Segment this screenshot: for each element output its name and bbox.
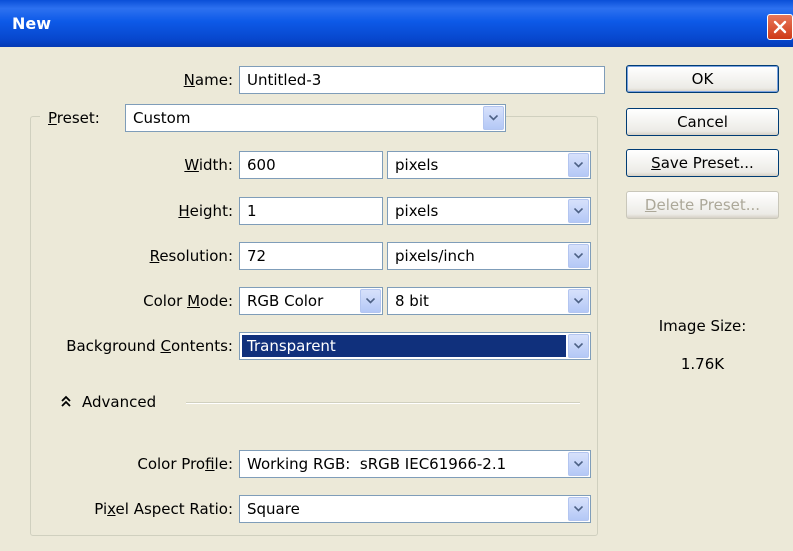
image-size-value: 1.76K	[680, 355, 725, 373]
ok-button[interactable]: OK	[626, 65, 779, 93]
preset-label: Preset:	[40, 104, 132, 132]
delete-preset-button[interactable]: Delete Preset...	[626, 191, 779, 219]
bit-depth-value: 8 bit	[395, 292, 429, 310]
advanced-separator	[186, 402, 580, 404]
chevron-down-icon[interactable]	[568, 244, 589, 268]
preset-value: Custom	[133, 109, 191, 127]
background-contents-label: Background Contents:	[66, 337, 233, 355]
resolution-input[interactable]: 72	[239, 242, 383, 270]
window-title: New	[12, 14, 52, 33]
chevron-down-icon[interactable]	[568, 334, 589, 358]
close-button[interactable]	[767, 14, 793, 40]
background-contents-select[interactable]: Transparent	[239, 332, 591, 360]
pixel-aspect-ratio-label: Pixel Aspect Ratio:	[94, 500, 233, 518]
width-unit-value: pixels	[395, 156, 439, 174]
image-size-label: Image Size:	[658, 317, 747, 335]
collapse-chevron-icon	[60, 395, 72, 413]
height-label: Height:	[178, 202, 233, 220]
advanced-label: Advanced	[82, 393, 157, 411]
height-input[interactable]: 1	[239, 197, 383, 225]
color-mode-value: RGB Color	[247, 292, 324, 310]
title-bar[interactable]: New	[0, 0, 793, 47]
color-profile-label: Color Profile:	[137, 455, 233, 473]
bit-depth-select[interactable]: 8 bit	[387, 287, 591, 315]
pixel-aspect-ratio-value: Square	[247, 500, 300, 518]
cancel-button[interactable]: Cancel	[626, 108, 779, 136]
chevron-down-icon[interactable]	[568, 497, 589, 521]
preset-select[interactable]: Custom	[125, 104, 506, 132]
height-value: 1	[247, 202, 257, 220]
color-mode-select[interactable]: RGB Color	[239, 287, 383, 315]
chevron-down-icon[interactable]	[568, 289, 589, 313]
height-unit-value: pixels	[395, 202, 439, 220]
width-value: 600	[247, 156, 276, 174]
color-profile-value: Working RGB: sRGB IEC61966-2.1	[247, 455, 507, 473]
chevron-down-icon[interactable]	[568, 452, 589, 476]
resolution-unit-select[interactable]: pixels/inch	[387, 242, 591, 270]
resolution-value: 72	[247, 247, 267, 265]
resolution-unit-value: pixels/inch	[395, 247, 475, 265]
chevron-down-icon[interactable]	[568, 153, 589, 177]
dialog-body: Name: Untitled-3 Preset: Custom Width: 6…	[6, 47, 793, 545]
resolution-label: Resolution:	[149, 247, 233, 265]
background-contents-value: Transparent	[247, 337, 336, 355]
new-document-dialog: New Name: Untitled-3 Preset: Custom Widt…	[0, 0, 793, 551]
width-input[interactable]: 600	[239, 151, 383, 179]
chevron-down-icon[interactable]	[360, 289, 381, 313]
color-profile-select[interactable]: Working RGB: sRGB IEC61966-2.1	[239, 450, 591, 478]
color-mode-label: Color Mode:	[143, 292, 233, 310]
name-label: Name:	[183, 71, 233, 89]
chevron-down-icon[interactable]	[483, 106, 504, 130]
name-input[interactable]: Untitled-3	[239, 66, 605, 94]
height-unit-select[interactable]: pixels	[387, 197, 591, 225]
save-preset-button[interactable]: Save Preset...	[626, 149, 779, 177]
width-unit-select[interactable]: pixels	[387, 151, 591, 179]
pixel-aspect-ratio-select[interactable]: Square	[239, 495, 591, 523]
chevron-down-icon[interactable]	[568, 199, 589, 223]
name-value: Untitled-3	[247, 71, 322, 89]
advanced-toggle[interactable]: Advanced	[60, 388, 180, 416]
width-label: Width:	[184, 156, 233, 174]
